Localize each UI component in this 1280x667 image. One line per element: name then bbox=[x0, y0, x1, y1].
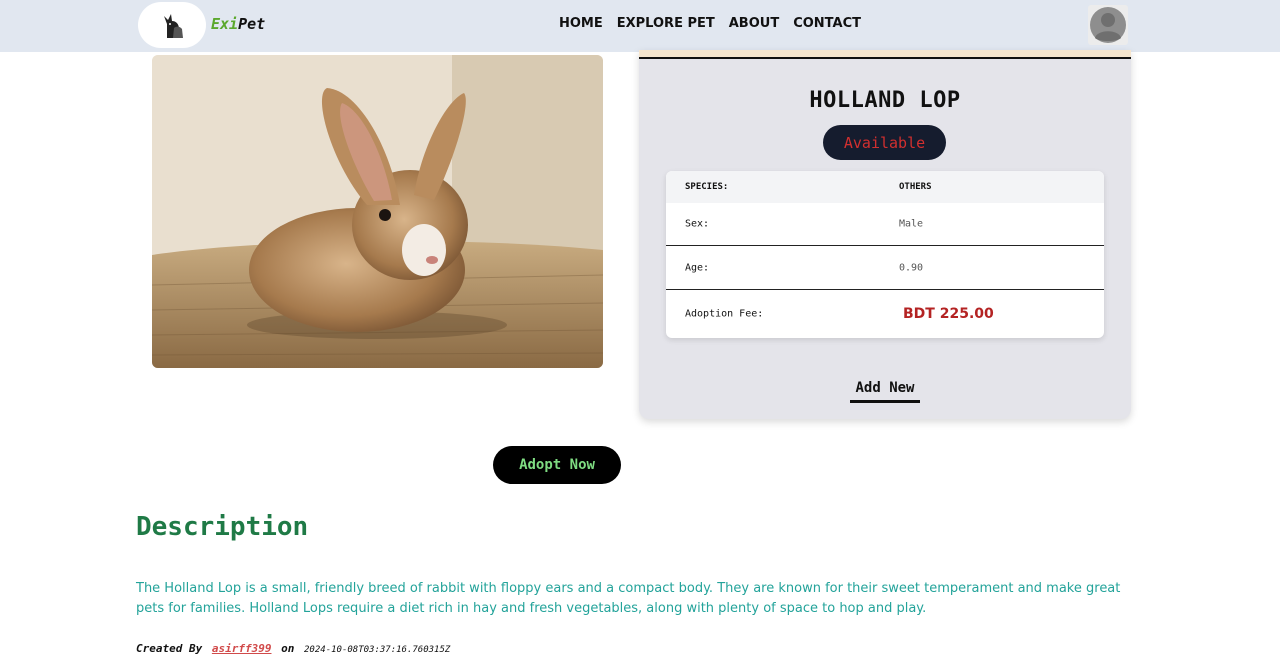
created-timestamp: 2024-10-08T03:37:16.760315Z bbox=[304, 645, 451, 655]
adopt-now-button[interactable]: Adopt Now bbox=[493, 446, 621, 484]
table-row-adoption-fee: Adoption Fee: BDT 225.00 bbox=[666, 290, 1104, 338]
pet-photo bbox=[152, 55, 603, 368]
table-row-age: Age: 0.90 bbox=[666, 246, 1104, 290]
species-value: OTHERS bbox=[899, 182, 932, 192]
age-value: 0.90 bbox=[899, 262, 924, 273]
description-title: Description bbox=[136, 512, 309, 542]
on-label: on bbox=[281, 642, 295, 655]
nav-links: HOME EXPLORE PET ABOUT CONTACT bbox=[559, 16, 861, 31]
created-by-line: Created By asirff399 on 2024-10-08T03:37… bbox=[136, 637, 450, 656]
sex-label: Sex: bbox=[685, 218, 710, 230]
table-row-sex: Sex: Male bbox=[666, 203, 1104, 246]
user-avatar[interactable] bbox=[1088, 5, 1128, 45]
adoption-fee-label: Adoption Fee: bbox=[685, 308, 764, 320]
rabbit-image bbox=[152, 55, 603, 368]
nav-link-home[interactable]: HOME bbox=[559, 16, 603, 31]
pet-name: HOLLAND LOP bbox=[809, 88, 961, 113]
author-link[interactable]: asirff399 bbox=[212, 642, 272, 655]
user-avatar-icon bbox=[1090, 7, 1126, 43]
pet-details-table: SPECIES: OTHERS Sex: Male Age: 0.90 Adop… bbox=[666, 171, 1104, 338]
table-row-species: SPECIES: OTHERS bbox=[666, 171, 1104, 203]
nav-link-about[interactable]: ABOUT bbox=[729, 16, 779, 31]
sex-value: Male bbox=[899, 218, 924, 230]
nav-link-explore-pet[interactable]: EXPLORE PET bbox=[617, 16, 715, 31]
cat-dog-logo-icon bbox=[164, 14, 183, 38]
brand-name-part1: Exi bbox=[211, 15, 239, 33]
pet-info-panel: HOLLAND LOP Available SPECIES: OTHERS Se… bbox=[639, 50, 1131, 419]
add-new-button[interactable]: Add New bbox=[850, 380, 920, 403]
panel-divider bbox=[639, 57, 1131, 59]
description-text: The Holland Lop is a small, friendly bre… bbox=[136, 581, 1121, 616]
brand-name[interactable]: ExiPet bbox=[211, 15, 265, 33]
species-label: SPECIES: bbox=[685, 182, 729, 192]
adoption-fee-value: BDT 225.00 bbox=[903, 306, 994, 322]
navbar: ExiPet HOME EXPLORE PET ABOUT CONTACT bbox=[0, 0, 1280, 52]
logo[interactable] bbox=[138, 2, 206, 48]
panel-top-strip bbox=[639, 50, 1131, 57]
status-badge: Available bbox=[823, 125, 946, 160]
created-by-label: Created By bbox=[136, 642, 203, 655]
nav-link-contact[interactable]: CONTACT bbox=[793, 16, 861, 31]
age-label: Age: bbox=[685, 262, 710, 273]
brand-name-part2: Pet bbox=[238, 15, 266, 33]
